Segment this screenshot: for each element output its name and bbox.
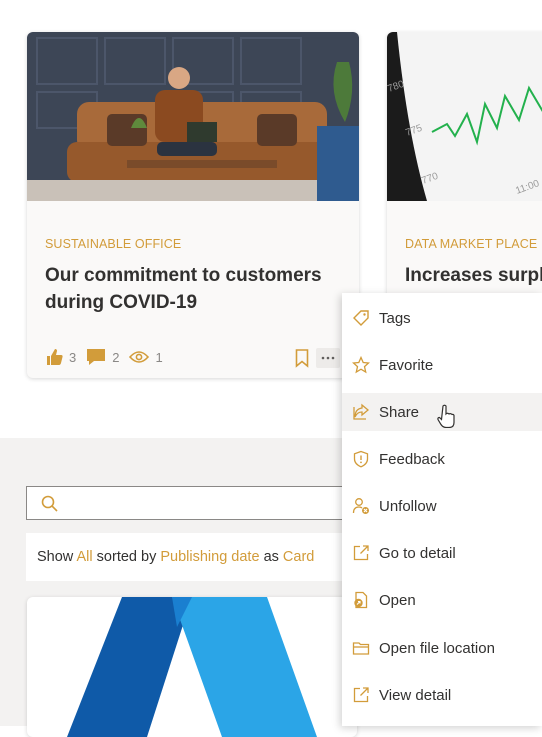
share-icon: [351, 402, 371, 422]
search-input[interactable]: [26, 486, 356, 520]
show-label: Show: [37, 549, 74, 565]
menu-item-view-detail[interactable]: View detail: [342, 676, 542, 714]
hand-cursor-icon: [437, 404, 455, 428]
card-title-line-2: during COVID-19: [45, 292, 198, 313]
card-image-chart: 780 775 770 11:00: [387, 32, 542, 201]
open-external-icon: [351, 543, 371, 563]
menu-item-unfollow[interactable]: Unfollow: [342, 487, 542, 525]
menu-item-open-file-location[interactable]: Open file location: [342, 629, 542, 667]
context-menu: Tags Favorite Share Feedback Unfollow Go…: [342, 293, 542, 726]
bookmark-icon[interactable]: [295, 349, 309, 368]
news-card-3[interactable]: [27, 597, 357, 737]
comment-count: 2: [112, 349, 120, 365]
star-icon: [351, 355, 371, 375]
menu-item-feedback[interactable]: Feedback: [342, 440, 542, 478]
view-count: 1: [155, 349, 163, 365]
comment-icon[interactable]: [86, 348, 106, 366]
filter-all-link[interactable]: All: [77, 549, 93, 565]
menu-item-label: Feedback: [379, 450, 445, 468]
news-card-1[interactable]: SUSTAINABLE OFFICE Our commitment to cus…: [27, 32, 359, 378]
menu-item-label: Unfollow: [379, 497, 437, 515]
card-category: DATA MARKET PLACE: [405, 237, 538, 251]
card-title[interactable]: Increases surplus: [405, 262, 542, 289]
menu-item-tags[interactable]: Tags: [342, 299, 542, 337]
card-title-line-1: Our commitment to customers: [45, 265, 322, 286]
menu-item-label: Go to detail: [379, 544, 456, 562]
menu-item-label: View detail: [379, 686, 452, 704]
like-count: 3: [69, 349, 77, 365]
as-label: as: [263, 549, 279, 565]
menu-item-go-to-detail[interactable]: Go to detail: [342, 534, 542, 572]
card-stats: 3 2 1: [45, 348, 173, 366]
menu-item-share[interactable]: Share: [342, 393, 542, 431]
sort-filter-bar: Show All sorted by Publishing date as Ca…: [26, 533, 356, 581]
more-icon: [321, 356, 335, 360]
view-icon: [129, 351, 150, 363]
menu-item-open[interactable]: Open: [342, 581, 542, 619]
card-image-azure-logo: [67, 597, 317, 737]
shield-icon: [351, 449, 371, 469]
sort-field-link[interactable]: Publishing date: [160, 549, 259, 565]
card-title[interactable]: Our commitment to customers during COVID…: [45, 262, 345, 316]
menu-item-label: Open: [379, 591, 416, 609]
folder-icon: [351, 638, 371, 658]
tag-icon: [351, 308, 371, 328]
open-external-icon: [351, 685, 371, 705]
like-icon[interactable]: [45, 348, 63, 366]
card-image-office: [27, 32, 359, 201]
search-icon: [41, 495, 58, 512]
menu-item-label: Share: [379, 403, 420, 421]
menu-item-label: Tags: [379, 309, 411, 327]
card-category: SUSTAINABLE OFFICE: [45, 237, 182, 251]
unfollow-icon: [351, 496, 371, 516]
menu-item-favorite[interactable]: Favorite: [342, 346, 542, 384]
menu-item-label: Favorite: [379, 356, 434, 374]
more-options-button[interactable]: [316, 348, 340, 368]
open-file-icon: [351, 590, 371, 610]
sorted-by-label: sorted by: [96, 549, 157, 565]
menu-item-label: Open file location: [379, 639, 495, 657]
view-mode-link[interactable]: Card: [283, 549, 314, 565]
